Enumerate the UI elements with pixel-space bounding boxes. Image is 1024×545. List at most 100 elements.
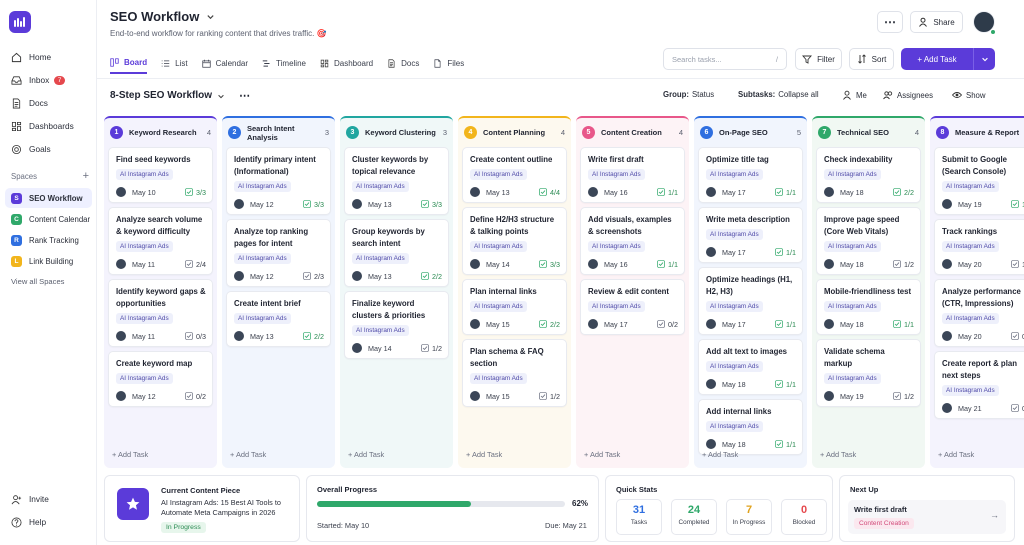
task-card[interactable]: Create content outline AI Instagram Ads … — [462, 147, 567, 203]
list-icon — [161, 59, 170, 67]
add-task-button[interactable]: + Add Task — [901, 48, 995, 70]
space-item-seo-workflow[interactable]: S SEO Workflow — [5, 188, 92, 208]
nav-item-inbox[interactable]: Inbox 7 — [0, 69, 97, 91]
tab-list[interactable]: List — [161, 52, 188, 74]
task-card[interactable]: Optimize title tag AI Instagram Ads May … — [698, 147, 803, 203]
task-card[interactable]: Identify primary intent (Informational) … — [226, 147, 331, 215]
task-card[interactable]: Analyze performance (CTR, Impressions) A… — [934, 279, 1024, 347]
stat-tasks[interactable]: 31 Tasks — [616, 499, 662, 535]
column-header[interactable]: 5 Content Creation 4 — [576, 118, 689, 147]
task-card[interactable]: Write meta description AI Instagram Ads … — [698, 207, 803, 263]
add-space-button[interactable]: + — [83, 171, 89, 182]
task-card[interactable]: Write first draft AI Instagram Ads May 1… — [580, 147, 685, 203]
task-card[interactable]: Plan schema & FAQ section AI Instagram A… — [462, 339, 567, 407]
me-filter[interactable]: Me — [842, 90, 867, 100]
column-add-task-button[interactable]: + Add Task — [820, 450, 856, 459]
column-add-task-button[interactable]: + Add Task — [466, 450, 502, 459]
task-card[interactable]: Validate schema markup AI Instagram Ads … — [816, 339, 921, 407]
column-header[interactable]: 8 Measure & Report 4 — [930, 118, 1024, 147]
nav-item-dashboards[interactable]: Dashboards — [0, 115, 97, 137]
column-add-task-button[interactable]: + Add Task — [702, 450, 738, 459]
task-card[interactable]: Finalize keyword clusters & priorities A… — [344, 291, 449, 359]
group-by-control[interactable]: Group: Status — [663, 90, 714, 99]
task-card[interactable]: Cluster keywords by topical relevance AI… — [344, 147, 449, 215]
current-content-panel[interactable]: Current Content Piece AI Instagram Ads: … — [104, 475, 300, 542]
nav-item-home[interactable]: Home — [0, 46, 97, 68]
task-card[interactable]: Find seed keywords AI Instagram Ads May … — [108, 147, 213, 203]
task-card[interactable]: Review & edit content AI Instagram Ads M… — [580, 279, 685, 335]
column-header[interactable]: 7 Technical SEO 4 — [812, 118, 925, 147]
task-card[interactable]: Analyze top ranking pages for intent AI … — [226, 219, 331, 287]
share-button[interactable]: Share — [910, 11, 963, 33]
workflow-selector[interactable]: 8-Step SEO Workflow ⋯ — [110, 89, 250, 102]
space-item-link-building[interactable]: L Link Building — [5, 251, 92, 271]
space-item-rank-tracking[interactable]: R Rank Tracking — [5, 230, 92, 250]
task-card[interactable]: Add internal links AI Instagram Ads May … — [698, 399, 803, 455]
nav-item-invite[interactable]: Invite — [0, 488, 97, 510]
nav-item-help[interactable]: Help — [0, 511, 97, 533]
task-card[interactable]: Track rankings AI Instagram Ads May 20 1… — [934, 219, 1024, 275]
assignees-filter[interactable]: Assignees — [883, 90, 933, 100]
tab-dashboard[interactable]: Dashboard — [320, 52, 373, 74]
nav-item-goals[interactable]: Goals — [0, 138, 97, 160]
task-card[interactable]: Define H2/H3 structure & talking points … — [462, 207, 567, 275]
tab-calendar[interactable]: Calendar — [201, 52, 248, 74]
arrow-right-icon[interactable]: → — [990, 510, 999, 520]
task-card[interactable]: Check indexability AI Instagram Ads May … — [816, 147, 921, 203]
column-add-task-button[interactable]: + Add Task — [230, 450, 266, 459]
task-card[interactable]: Analyze search volume & keyword difficul… — [108, 207, 213, 275]
task-card[interactable]: Plan internal links AI Instagram Ads May… — [462, 279, 567, 335]
subtask-check-icon — [185, 260, 193, 268]
task-card[interactable]: Group keywords by search intent AI Insta… — [344, 219, 449, 287]
assignee-avatar — [588, 187, 598, 197]
stat-blocked[interactable]: 0 Blocked — [781, 499, 827, 535]
task-card[interactable]: Create intent brief AI Instagram Ads May… — [226, 291, 331, 347]
task-card[interactable]: Create keyword map AI Instagram Ads May … — [108, 351, 213, 407]
space-item-content-calendar[interactable]: C Content Calendar — [5, 209, 92, 229]
column-header[interactable]: 1 Keyword Research 4 — [104, 118, 217, 147]
column-add-task-button[interactable]: + Add Task — [348, 450, 384, 459]
search-input[interactable]: Search tasks... / — [663, 48, 787, 70]
filter-button[interactable]: Filter — [795, 48, 842, 70]
workflow-more-button[interactable]: ⋯ — [239, 89, 250, 102]
assignee-avatar — [824, 319, 834, 329]
stat-completed[interactable]: 24 Completed — [671, 499, 717, 535]
task-card[interactable]: Add alt text to images AI Instagram Ads … — [698, 339, 803, 395]
column-header[interactable]: 3 Keyword Clustering 3 — [340, 118, 453, 147]
stat-in-progress[interactable]: 7 In Progress — [726, 499, 772, 535]
column-header[interactable]: 6 On-Page SEO 5 — [694, 118, 807, 147]
nav-item-docs[interactable]: Docs — [0, 92, 97, 114]
show-options[interactable]: Show — [952, 90, 986, 100]
next-up-card[interactable]: Write first draft Content Creation → — [848, 500, 1006, 534]
tab-board[interactable]: Board — [110, 52, 148, 74]
column-header[interactable]: 4 Content Planning 4 — [458, 118, 571, 147]
subtask-progress: 0/1 — [1011, 404, 1024, 413]
column-add-task-button[interactable]: + Add Task — [938, 450, 974, 459]
column-add-task-button[interactable]: + Add Task — [112, 450, 148, 459]
tab-files[interactable]: Files — [433, 52, 464, 74]
subtask-check-icon — [775, 380, 783, 388]
task-tag: AI Instagram Ads — [470, 169, 527, 180]
column-add-task-button[interactable]: + Add Task — [584, 450, 620, 459]
add-task-dropdown[interactable] — [973, 48, 995, 70]
view-all-spaces-link[interactable]: View all Spaces — [0, 277, 97, 286]
tab-docs[interactable]: Docs — [387, 52, 419, 74]
task-card[interactable]: Mobile-friendliness test AI Instagram Ad… — [816, 279, 921, 335]
tab-timeline[interactable]: Timeline — [262, 52, 306, 74]
task-card[interactable]: Create report & plan next steps AI Insta… — [934, 351, 1024, 419]
task-footer: May 19 1/2 — [824, 391, 914, 401]
task-card[interactable]: Identify keyword gaps & opportunities AI… — [108, 279, 213, 347]
task-due-date: May 17 — [722, 247, 746, 257]
task-card[interactable]: Improve page speed (Core Web Vitals) AI … — [816, 207, 921, 275]
task-card[interactable]: Optimize headings (H1, H2, H3) AI Instag… — [698, 267, 803, 335]
task-footer: May 15 2/2 — [470, 319, 560, 329]
page-title[interactable]: SEO Workflow — [110, 9, 215, 24]
app-logo[interactable] — [9, 11, 31, 33]
subtasks-control[interactable]: Subtasks: Collapse all — [738, 90, 819, 99]
column-header[interactable]: 2 Search Intent Analysis 3 — [222, 118, 335, 147]
task-card[interactable]: Add visuals, examples & screenshots AI I… — [580, 207, 685, 275]
task-card[interactable]: Submit to Google (Search Console) AI Ins… — [934, 147, 1024, 215]
progress-percent: 62% — [572, 499, 589, 508]
sort-button[interactable]: Sort — [849, 48, 894, 70]
more-button[interactable]: ⋯ — [877, 11, 903, 33]
